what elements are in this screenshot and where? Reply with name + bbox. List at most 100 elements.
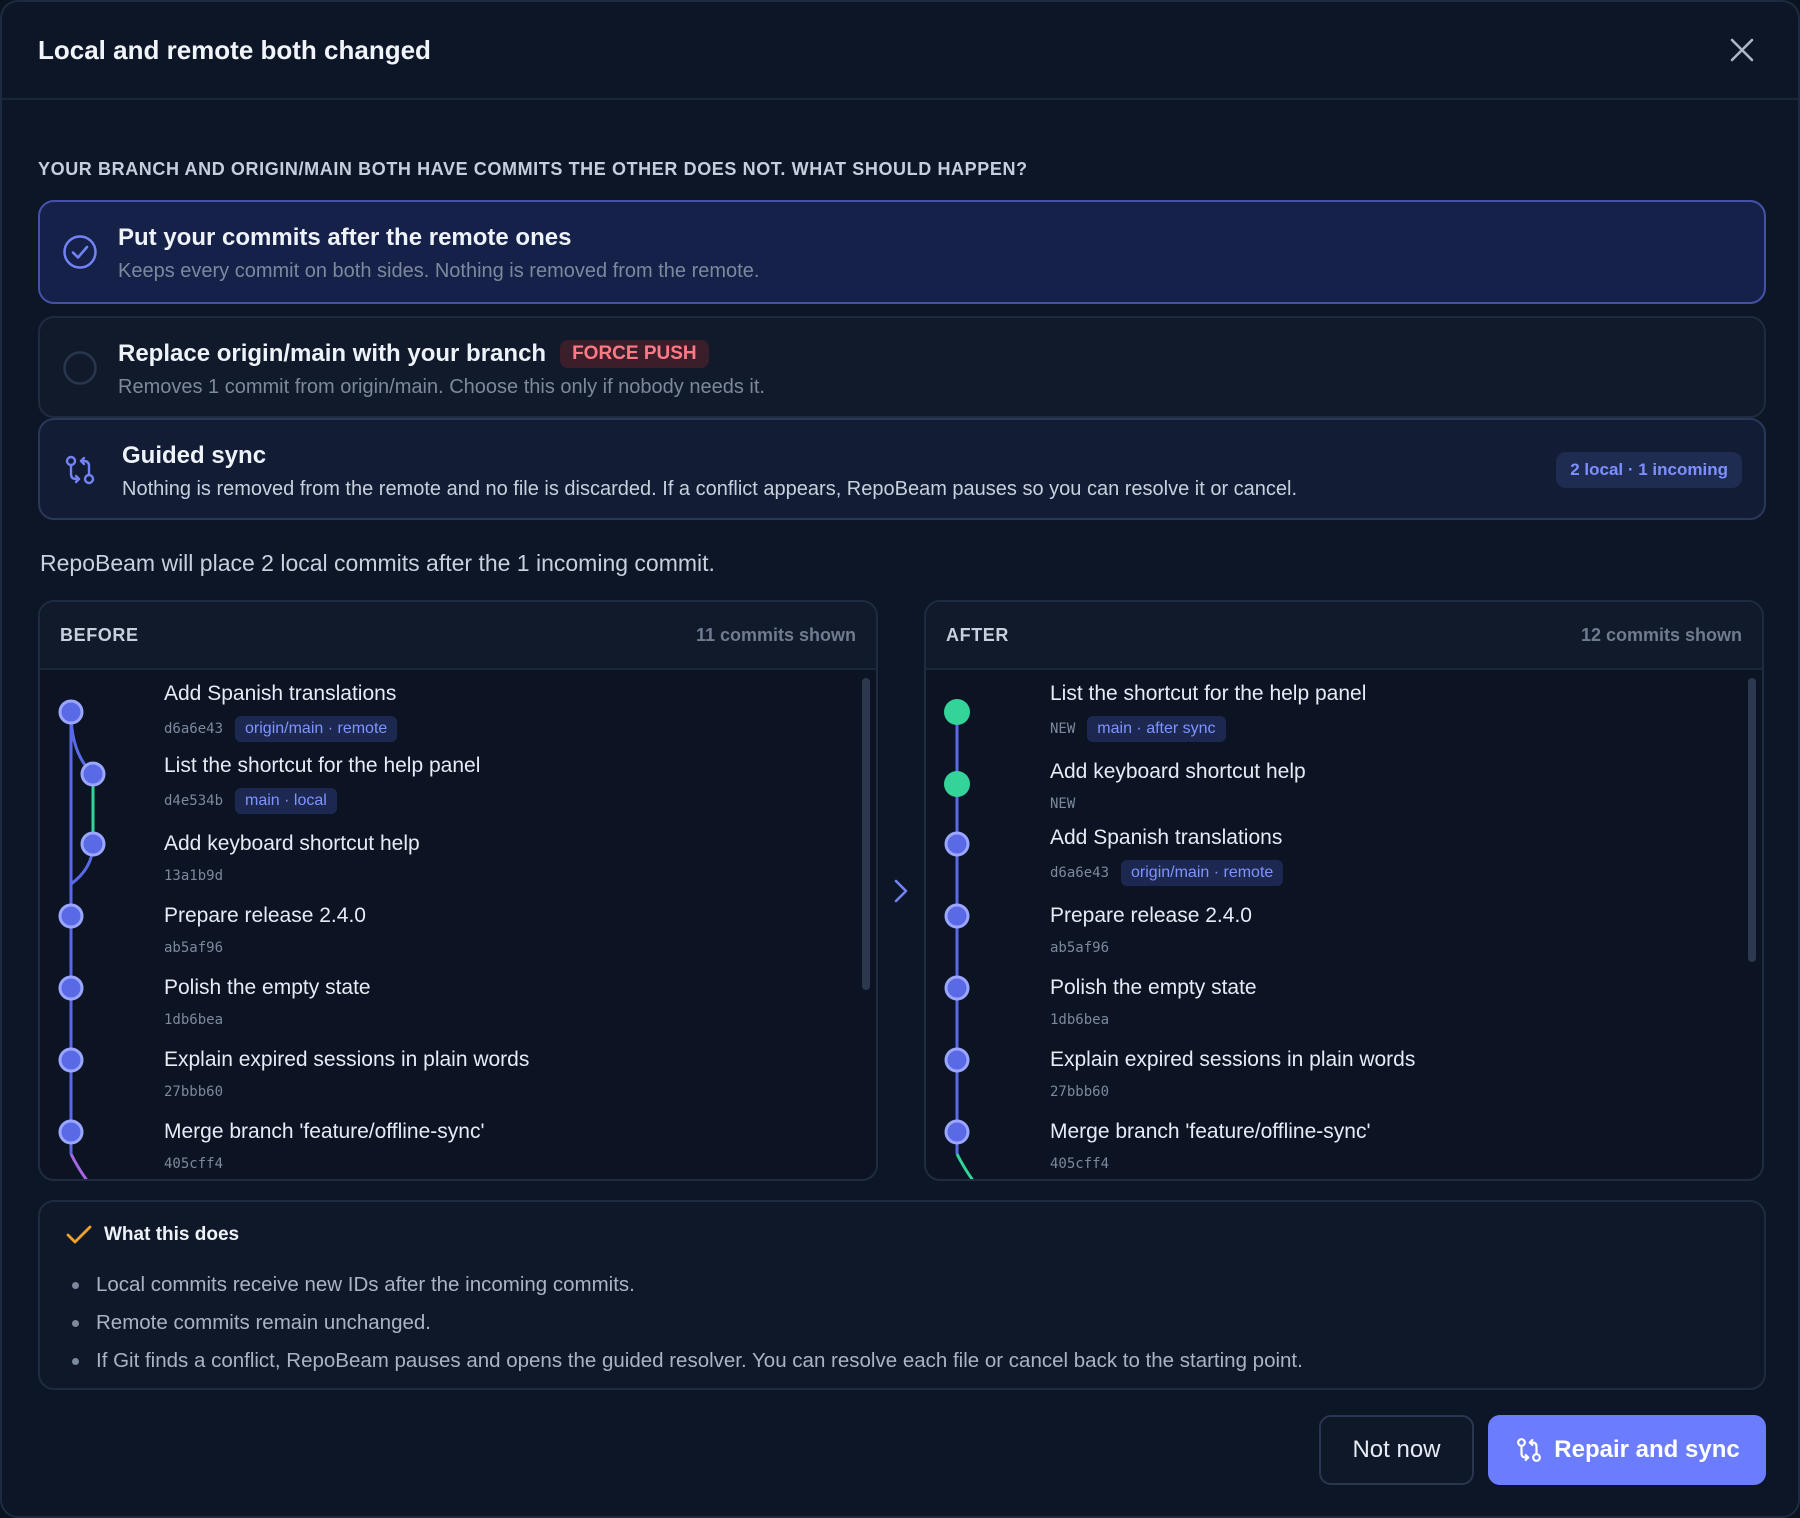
commit-meta: NEW main · after sync <box>1050 716 1226 742</box>
info-item: Local commits receive new IDs after the … <box>72 1266 1303 1304</box>
commit-count-badge: 2 local · 1 incoming <box>1556 452 1742 488</box>
commit-message: Polish the empty state <box>1050 976 1257 999</box>
close-icon <box>1730 38 1754 62</box>
commit-hash: 27bbb60 <box>1050 1084 1110 1100</box>
commit-hash: 1db6bea <box>1050 1012 1110 1028</box>
option-title: Replace origin/main with your branch FOR… <box>118 340 709 368</box>
commit-meta: 13a1b9d <box>164 868 223 884</box>
commit-meta: NEW <box>1050 796 1075 812</box>
option-rebase[interactable]: Put your commits after the remote ones K… <box>38 200 1766 304</box>
before-commit-graph <box>58 699 106 1179</box>
commit-message: Add Spanish translations <box>1050 826 1283 849</box>
sync-dialog: Local and remote both changed YOUR BRANC… <box>0 0 1800 1518</box>
option-force-push[interactable]: Replace origin/main with your branch FOR… <box>38 316 1766 418</box>
commit-meta: d6a6e43 origin/main · remote <box>164 716 398 742</box>
ref-tag: origin/main · remote <box>235 716 398 742</box>
ref-tag: origin/main · remote <box>1121 860 1284 886</box>
what-this-does-box: What this does Local commits receive new… <box>38 1200 1766 1390</box>
commit-hash: 405cff4 <box>1050 1156 1110 1172</box>
new-commit-node <box>944 771 970 797</box>
after-count: 12 commits shown <box>1580 624 1742 645</box>
guided-sync-card: Guided sync Nothing is removed from the … <box>38 418 1766 520</box>
info-list: Local commits receive new IDs after the … <box>72 1266 1303 1380</box>
commit-hash: 1db6bea <box>164 1012 224 1028</box>
commit-meta: 1db6bea <box>164 1012 223 1028</box>
dialog-header: Local and remote both changed <box>2 2 1798 100</box>
ref-tag: main · local <box>235 788 337 814</box>
commit-message: Explain expired sessions in plain words <box>1050 1048 1416 1071</box>
commit-hash: ab5af96 <box>1050 940 1110 956</box>
commit-message: List the shortcut for the help panel <box>1050 682 1367 705</box>
commit-hash: ab5af96 <box>164 940 224 956</box>
commit-meta: ab5af96 <box>1050 940 1109 956</box>
commit-hash: 405cff4 <box>164 1156 224 1172</box>
before-panel-header: BEFORE 11 commits shown <box>40 602 876 670</box>
commit-hash: 27bbb60 <box>164 1084 224 1100</box>
before-count: 11 commits shown <box>695 624 856 645</box>
info-header: What this does <box>66 1224 239 1246</box>
commit-hash: d4e534b <box>164 793 224 809</box>
before-scrollbar[interactable] <box>862 678 870 990</box>
repair-and-sync-label: Repair and sync <box>1554 1436 1740 1463</box>
info-title: What this does <box>104 1224 240 1245</box>
commit-message: List the shortcut for the help panel <box>164 754 481 777</box>
chevron-right-icon <box>894 879 908 903</box>
close-button[interactable] <box>1722 30 1762 70</box>
commit-node <box>80 831 106 857</box>
commit-meta: ab5af96 <box>164 940 223 956</box>
commit-message: Add keyboard shortcut help <box>164 832 420 855</box>
commit-node <box>944 1047 970 1073</box>
info-item: Remote commits remain unchanged. <box>72 1304 1303 1342</box>
commit-message: Polish the empty state <box>164 976 371 999</box>
radio-unselected-icon <box>63 351 97 385</box>
commit-message: Prepare release 2.4.0 <box>164 904 366 927</box>
commit-hash: NEW <box>1050 721 1076 737</box>
force-push-badge: FORCE PUSH <box>560 340 709 368</box>
commit-meta: d4e534b main · local <box>164 788 337 814</box>
not-now-button[interactable]: Not now <box>1319 1415 1474 1485</box>
commit-message: Prepare release 2.4.0 <box>1050 904 1252 927</box>
info-item: If Git finds a conflict, RepoBeam pauses… <box>72 1342 1303 1380</box>
after-title: AFTER <box>946 624 1009 645</box>
commit-message: Merge branch 'feature/offline-sync' <box>164 1120 485 1143</box>
before-commit-list[interactable]: Add Spanish translations d6a6e43 origin/… <box>40 672 876 1179</box>
after-scrollbar[interactable] <box>1748 678 1756 962</box>
commit-node <box>944 831 970 857</box>
commit-meta: 1db6bea <box>1050 1012 1109 1028</box>
sync-summary: RepoBeam will place 2 local commits afte… <box>40 550 715 576</box>
check-circle-icon <box>63 235 97 269</box>
repair-and-sync-button[interactable]: Repair and sync <box>1488 1415 1766 1485</box>
commit-hash: NEW <box>1050 796 1076 812</box>
ref-tag: main · after sync <box>1087 716 1226 742</box>
option-title: Put your commits after the remote ones <box>118 224 572 251</box>
after-commit-list[interactable]: List the shortcut for the help panel NEW… <box>926 672 1762 1179</box>
commit-meta: 405cff4 <box>164 1156 223 1172</box>
sync-branches-icon <box>1517 1438 1542 1462</box>
commit-hash: 13a1b9d <box>164 868 224 884</box>
after-commit-graph <box>944 699 974 1179</box>
commit-node <box>58 1119 84 1145</box>
checkmark-icon <box>66 1225 92 1244</box>
commit-node <box>944 1119 970 1145</box>
before-title: BEFORE <box>60 624 139 645</box>
commit-message: Add keyboard shortcut help <box>1050 760 1306 783</box>
option-desc: Keeps every commit on both sides. Nothin… <box>118 260 760 282</box>
commit-meta: d6a6e43 origin/main · remote <box>1050 860 1284 886</box>
commit-hash: d6a6e43 <box>164 721 224 737</box>
guided-title: Guided sync <box>122 442 267 469</box>
new-commit-node <box>944 699 970 725</box>
option-desc: Removes 1 commit from origin/main. Choos… <box>118 376 765 398</box>
commit-message: Merge branch 'feature/offline-sync' <box>1050 1120 1371 1143</box>
dialog-title: Local and remote both changed <box>38 34 431 65</box>
commit-meta: 27bbb60 <box>164 1084 223 1100</box>
commit-node <box>58 975 84 1001</box>
commit-node <box>58 699 84 725</box>
commit-node <box>80 761 106 787</box>
guided-desc: Nothing is removed from the remote and n… <box>122 478 1298 500</box>
commit-meta: 405cff4 <box>1050 1156 1109 1172</box>
commit-node <box>58 903 84 929</box>
before-panel: BEFORE 11 commits shown Add Spanish tran… <box>38 600 878 1181</box>
commit-node <box>944 903 970 929</box>
commit-message: Add Spanish translations <box>164 682 397 705</box>
commit-message: Explain expired sessions in plain words <box>164 1048 530 1071</box>
